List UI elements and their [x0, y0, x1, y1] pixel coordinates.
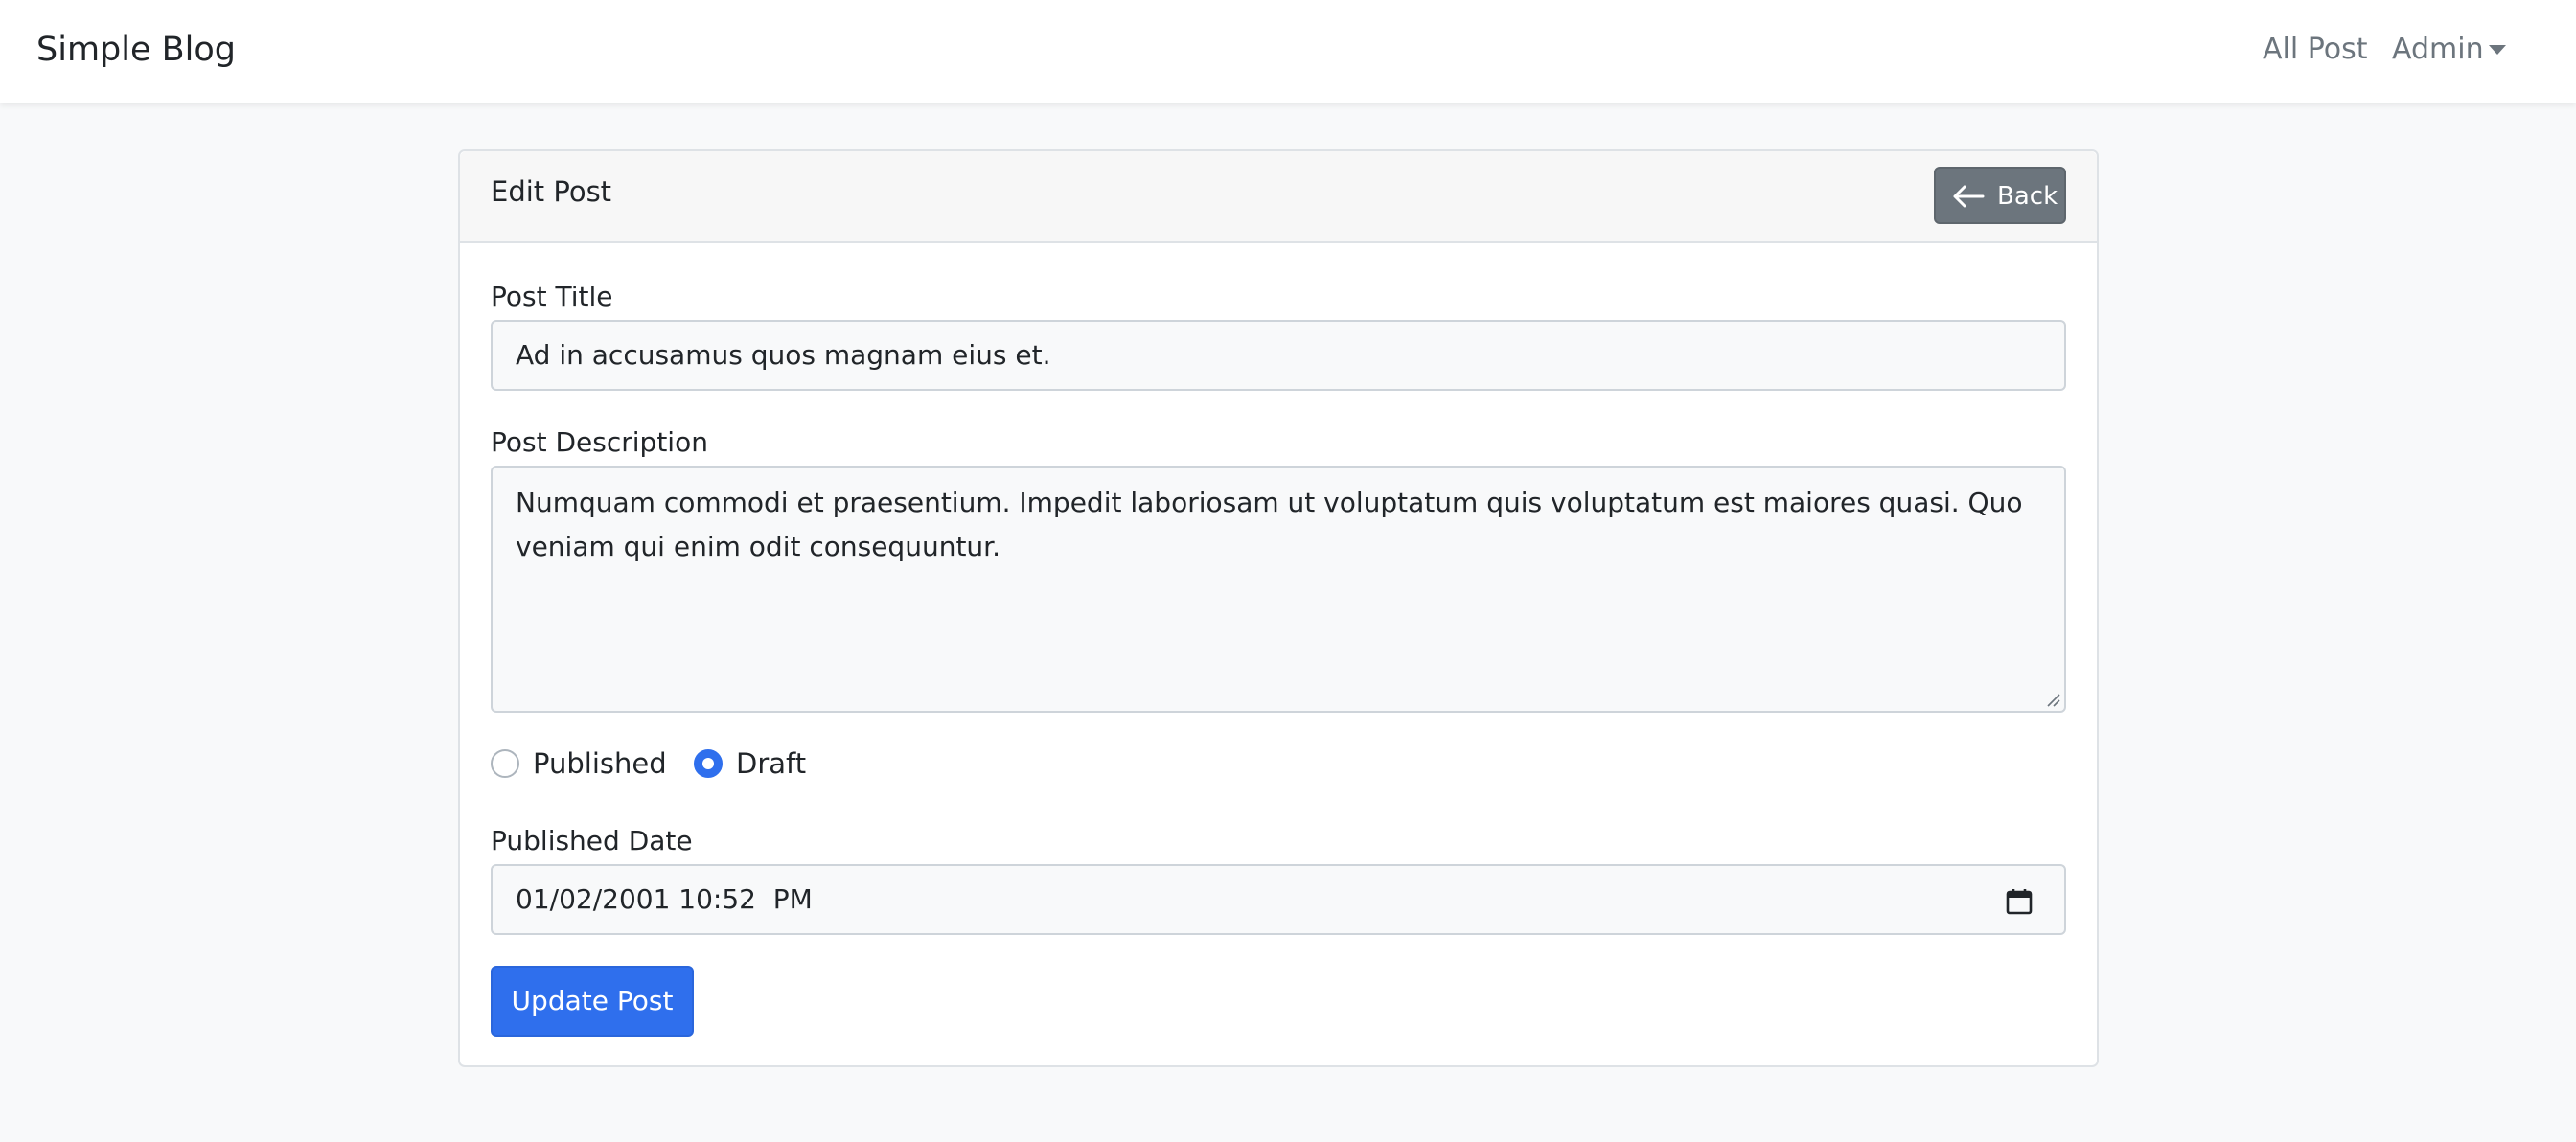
post-title-input[interactable]: Ad in accusamus quos magnam eius et.: [491, 320, 2066, 391]
nav-link-all-post[interactable]: All Post: [2263, 33, 2368, 67]
radio-published[interactable]: [491, 749, 519, 778]
post-title-label: Post Title: [491, 281, 613, 312]
arrow-left-icon: [1953, 185, 1985, 208]
post-description-textarea[interactable]: Numquam commodi et praesentium. Impedit …: [491, 466, 2066, 713]
navbar: Simple Blog All Post Admin: [0, 0, 2576, 103]
update-post-button[interactable]: Update Post: [491, 966, 694, 1037]
edit-post-card: Edit Post Back Post Title Ad in accusamu…: [458, 149, 2099, 1067]
back-button[interactable]: Back: [1934, 167, 2066, 224]
resize-handle-icon[interactable]: [2043, 690, 2060, 707]
card-title: Edit Post: [491, 175, 612, 208]
caret-down-icon[interactable]: [2489, 45, 2506, 55]
radio-published-label[interactable]: Published: [533, 745, 667, 782]
published-date-label: Published Date: [491, 825, 693, 856]
nav-dropdown-admin[interactable]: Admin: [2392, 33, 2484, 67]
published-date-input[interactable]: 01/02/2001 10:52 PM: [491, 864, 2066, 935]
post-description-text: Numquam commodi et praesentium. Impedit …: [516, 487, 2023, 562]
published-date-value: 01/02/2001 10:52 PM: [516, 883, 813, 915]
calendar-icon[interactable]: [2005, 887, 2034, 916]
radio-draft[interactable]: [694, 749, 723, 778]
radio-draft-label[interactable]: Draft: [736, 745, 806, 782]
back-button-label: Back: [1997, 182, 2058, 211]
post-description-label: Post Description: [491, 426, 708, 458]
card-header: Edit Post Back: [460, 151, 2097, 243]
navbar-brand[interactable]: Simple Blog: [36, 29, 236, 71]
